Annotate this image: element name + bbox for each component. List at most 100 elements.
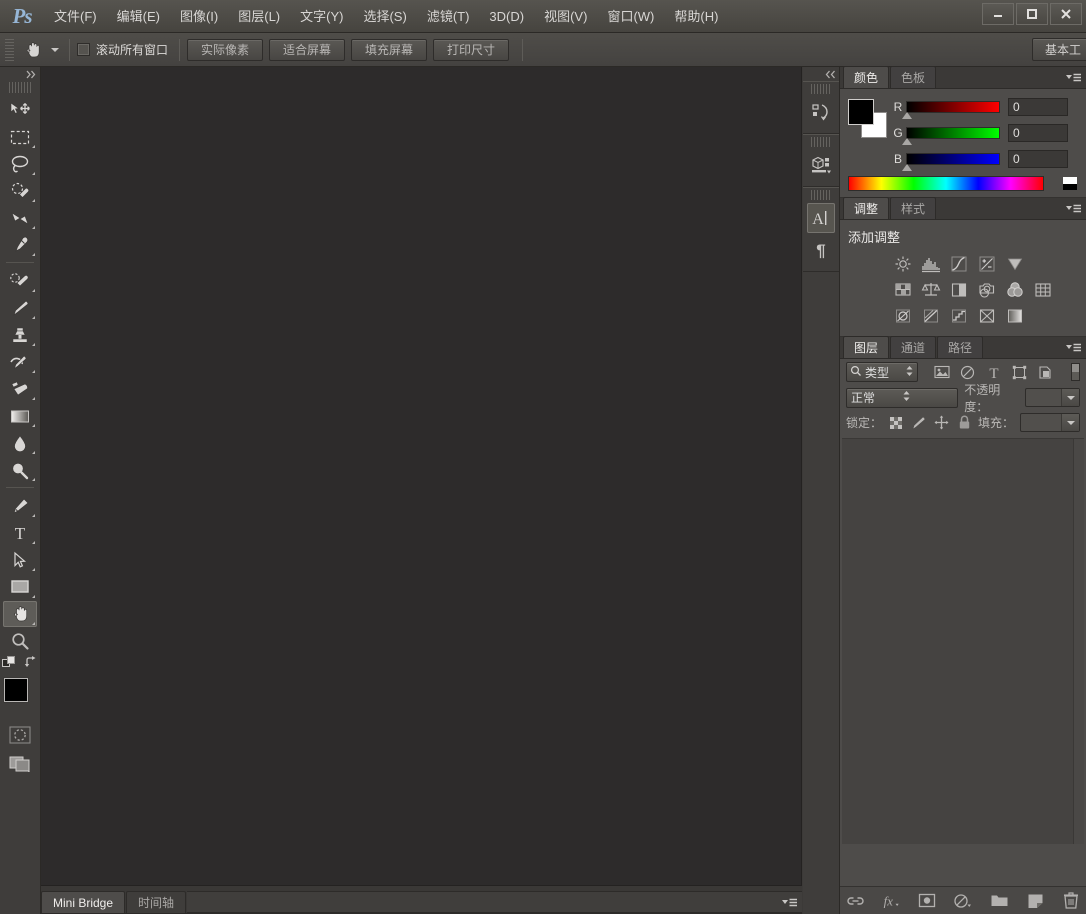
character-panel-icon[interactable]: A — [807, 203, 835, 233]
workspace-switcher-button[interactable]: 基本工 — [1031, 38, 1086, 61]
brightness-sun-icon[interactable] — [892, 254, 914, 274]
filter-smart-objects-icon[interactable] — [1037, 363, 1054, 381]
foreground-background-swatches[interactable] — [0, 676, 40, 716]
quick-mask-icon[interactable] — [7, 724, 33, 746]
hand-tool-icon[interactable] — [18, 37, 48, 63]
dock-grip-1[interactable] — [811, 84, 831, 94]
print-size-button[interactable]: 打印尺寸 — [433, 38, 510, 61]
fill-chevron-down-icon[interactable] — [1061, 414, 1079, 431]
fill-screen-button[interactable]: 填充屏幕 — [351, 38, 428, 61]
filter-pixel-layers-icon[interactable] — [933, 363, 950, 381]
close-button[interactable] — [1050, 3, 1082, 25]
new-group-button[interactable] — [989, 891, 1009, 911]
color-spectrum-ramp[interactable] — [848, 176, 1044, 191]
maximize-button[interactable] — [1016, 3, 1048, 25]
menu-3d[interactable]: 3D(D) — [479, 0, 534, 33]
toolbar-collapse-icon[interactable] — [0, 67, 40, 81]
canvas-area[interactable] — [41, 67, 802, 885]
curves-icon[interactable] — [948, 254, 970, 274]
history-brush-tool[interactable] — [3, 349, 37, 375]
layer-list-scrollbar[interactable] — [1073, 439, 1084, 844]
tab-channels[interactable]: 通道 — [890, 336, 937, 358]
menu-help[interactable]: 帮助(H) — [664, 0, 728, 33]
3d-panel-icon[interactable] — [807, 150, 835, 180]
menu-file[interactable]: 文件(F) — [44, 0, 107, 33]
minimize-button[interactable] — [982, 3, 1014, 25]
spectrum-white-swatch[interactable] — [1063, 177, 1077, 184]
blue-channel-thumb[interactable] — [902, 164, 912, 171]
menu-view[interactable]: 视图(V) — [534, 0, 597, 33]
threshold-steps-icon[interactable] — [948, 306, 970, 326]
green-channel-slider[interactable] — [902, 127, 1000, 145]
healing-brush-tool[interactable] — [3, 268, 37, 294]
swap-colors-icon[interactable] — [24, 656, 38, 672]
quick-selection-tool[interactable] — [3, 178, 37, 204]
vibrance-triangle-icon[interactable] — [1004, 254, 1026, 274]
color-panel-foreground-swatch[interactable] — [848, 99, 874, 125]
tab-swatches[interactable]: 色板 — [890, 66, 937, 88]
type-tool[interactable]: T — [3, 520, 37, 546]
layer-list[interactable] — [842, 438, 1084, 844]
tab-layers[interactable]: 图层 — [843, 336, 890, 358]
opacity-chevron-down-icon[interactable] — [1061, 389, 1079, 406]
green-channel-thumb[interactable] — [902, 138, 912, 145]
dock-grip-2[interactable] — [811, 137, 831, 147]
marquee-tool[interactable] — [3, 124, 37, 150]
tool-preset-chevron-icon[interactable] — [48, 37, 62, 63]
photo-filter-camera-icon[interactable] — [976, 280, 998, 300]
black-white-icon[interactable] — [948, 280, 970, 300]
blue-channel-slider[interactable] — [902, 153, 1000, 171]
lock-transparent-pixels-icon[interactable] — [888, 415, 903, 431]
menu-select[interactable]: 选择(S) — [353, 0, 416, 33]
color-panel-menu-icon[interactable] — [1064, 71, 1082, 85]
link-layers-button[interactable] — [845, 891, 865, 911]
spectrum-black-swatch[interactable] — [1063, 184, 1077, 190]
menu-filter[interactable]: 滤镜(T) — [417, 0, 480, 33]
fit-screen-button[interactable]: 适合屏幕 — [269, 38, 346, 61]
crop-tool[interactable] — [3, 205, 37, 231]
empty-document-area[interactable] — [41, 67, 801, 885]
tab-adjustments[interactable]: 调整 — [843, 197, 890, 219]
color-lookup-grid-icon[interactable] — [1032, 280, 1054, 300]
invert-circle-icon[interactable] — [892, 306, 914, 326]
filter-enable-toggle[interactable] — [1071, 363, 1080, 381]
screen-mode-icon[interactable] — [7, 752, 33, 776]
red-channel-input[interactable]: 0 — [1008, 98, 1068, 116]
history-panel-icon[interactable] — [807, 97, 835, 127]
tab-styles[interactable]: 样式 — [890, 197, 937, 219]
lock-all-icon[interactable] — [957, 415, 972, 431]
menu-edit[interactable]: 编辑(E) — [107, 0, 170, 33]
move-tool[interactable] — [3, 97, 37, 123]
filter-shape-layers-icon[interactable] — [1011, 363, 1028, 381]
new-layer-button[interactable] — [1025, 891, 1045, 911]
add-layer-mask-button[interactable] — [917, 891, 937, 911]
menu-window[interactable]: 窗口(W) — [597, 0, 664, 33]
brush-tool[interactable] — [3, 295, 37, 321]
levels-histogram-icon[interactable] — [920, 254, 942, 274]
options-bar-grip[interactable] — [5, 38, 14, 61]
filter-type-layers-icon[interactable]: T — [985, 363, 1002, 381]
exposure-plusminus-icon[interactable] — [976, 254, 998, 274]
opacity-input[interactable] — [1025, 388, 1080, 407]
menu-image[interactable]: 图像(I) — [170, 0, 228, 33]
color-balance-scale-icon[interactable] — [920, 280, 942, 300]
hue-saturation-icon[interactable] — [892, 280, 914, 300]
red-channel-slider[interactable] — [902, 101, 1000, 119]
zoom-tool[interactable] — [3, 628, 37, 654]
path-selection-tool[interactable] — [3, 547, 37, 573]
adjustments-panel-menu-icon[interactable] — [1064, 202, 1082, 216]
tab-paths[interactable]: 路径 — [937, 336, 984, 358]
new-fill-adjustment-button[interactable] — [953, 891, 973, 911]
channel-mixer-venn-icon[interactable] — [1004, 280, 1026, 300]
default-colors-icon[interactable] — [2, 655, 17, 673]
fill-input[interactable] — [1020, 413, 1080, 432]
clone-stamp-tool[interactable] — [3, 322, 37, 348]
selective-color-icon[interactable] — [976, 306, 998, 326]
blend-mode-dropdown[interactable]: 正常 — [846, 387, 959, 408]
eyedropper-tool[interactable] — [3, 232, 37, 258]
bottom-panel-menu-icon[interactable] — [780, 896, 798, 910]
menu-layer[interactable]: 图层(L) — [228, 0, 290, 33]
posterize-icon[interactable] — [920, 306, 942, 326]
pen-tool[interactable] — [3, 493, 37, 519]
tab-timeline[interactable]: 时间轴 — [126, 891, 187, 913]
